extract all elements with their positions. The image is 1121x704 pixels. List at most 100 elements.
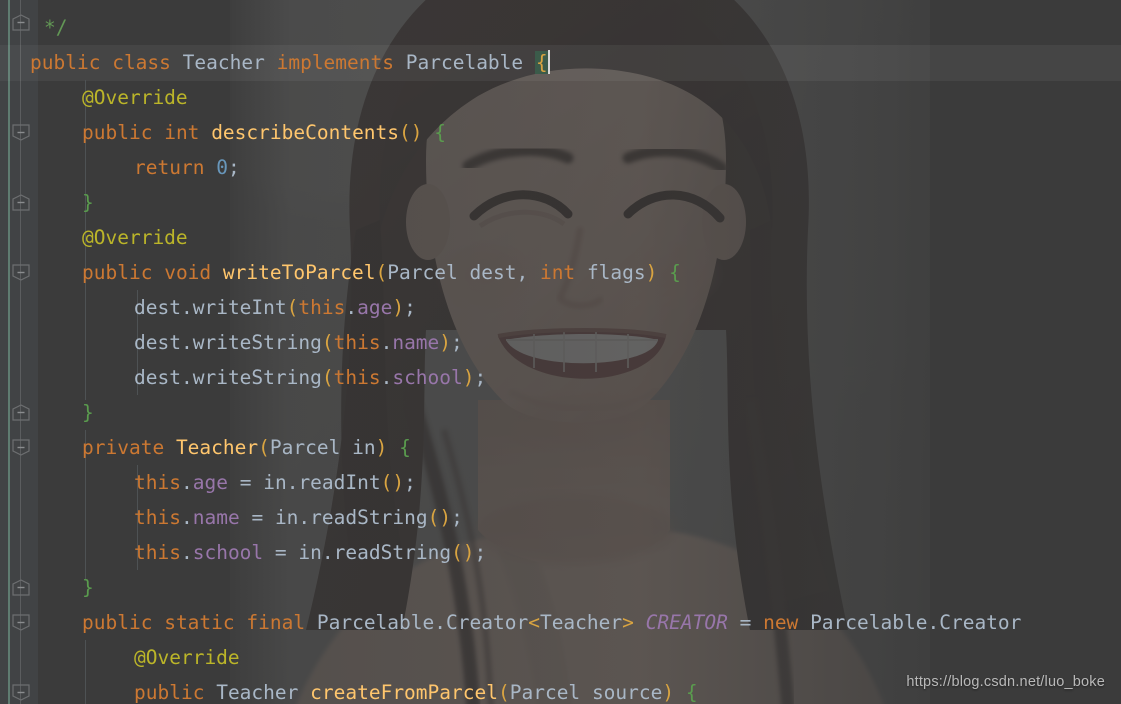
code-token: }: [82, 576, 94, 599]
watermark-url: https://blog.csdn.net/luo_boke: [906, 674, 1105, 690]
code-editor[interactable]: */ public class Teacher implements Parcel…: [0, 0, 1121, 704]
code-token: .: [380, 366, 393, 389]
code-line[interactable]: @Override: [82, 80, 188, 115]
code-token: ): [662, 681, 675, 704]
code-token: ): [462, 366, 475, 389]
code-token: public: [82, 261, 153, 284]
code-token: ;: [404, 471, 416, 494]
code-token: {: [685, 681, 698, 704]
code-line[interactable]: public void writeToParcel(Parcel dest, i…: [82, 255, 681, 290]
code-token: ;: [451, 331, 463, 354]
code-token: @Override: [82, 226, 188, 249]
code-token: .: [180, 331, 193, 354]
code-token: .: [380, 331, 393, 354]
code-token: new: [763, 611, 799, 634]
code-line[interactable]: @Override: [134, 640, 240, 675]
code-line[interactable]: public Teacher createFromParcel(Parcel s…: [134, 675, 698, 704]
code-token: =: [739, 611, 752, 634]
code-token: this: [298, 296, 346, 319]
code-line[interactable]: }: [82, 395, 94, 430]
code-token: public: [82, 121, 153, 144]
code-token: final: [246, 611, 306, 634]
code-token: <: [528, 611, 540, 634]
code-line[interactable]: }: [82, 570, 94, 605]
code-token: Parcelable: [316, 611, 435, 634]
code-token: }: [82, 401, 94, 424]
code-token: return: [134, 156, 205, 179]
code-token: (: [286, 296, 299, 319]
code-token: Teacher: [182, 51, 265, 74]
code-token: .: [434, 611, 447, 634]
code-token: school: [192, 541, 264, 564]
code-line[interactable]: dest.writeInt(this.age);: [134, 290, 416, 325]
code-line[interactable]: public static final Parcelable.Creator<T…: [82, 605, 1021, 640]
code-token: ;: [227, 156, 240, 179]
code-line[interactable]: private Teacher(Parcel in) {: [82, 430, 411, 465]
code-token: dest: [134, 366, 181, 389]
code-token: =: [251, 506, 264, 529]
code-token: void: [164, 261, 212, 284]
code-token: (): [451, 541, 475, 564]
text-caret: [547, 50, 550, 74]
code-token: ): [375, 436, 388, 459]
code-token: {: [669, 261, 681, 284]
code-line[interactable]: }: [82, 185, 94, 220]
code-line[interactable]: @Override: [82, 220, 188, 255]
code-token: writeString: [192, 366, 322, 389]
code-line[interactable]: public int describeContents() {: [82, 115, 446, 150]
code-token: this: [333, 331, 381, 354]
code-token: CREATOR: [645, 611, 728, 634]
code-token: }: [82, 191, 94, 214]
code-token: public: [134, 681, 205, 704]
code-token: writeInt: [192, 296, 287, 319]
code-token: Parcelable: [810, 611, 928, 634]
code-line[interactable]: return 0;: [134, 150, 240, 185]
code-token: flags: [586, 261, 646, 284]
code-line[interactable]: this.school = in.readString();: [134, 535, 486, 570]
code-token: dest: [134, 331, 181, 354]
code-token: public: [30, 51, 101, 74]
code-token: ): [645, 261, 658, 284]
code-token: name: [392, 331, 440, 354]
code-token: in: [298, 541, 322, 564]
code-token: school: [392, 366, 463, 389]
code-token: .: [345, 296, 358, 319]
code-token: static: [164, 611, 235, 634]
code-token: age: [357, 296, 393, 319]
code-token: ;: [404, 296, 416, 319]
code-text-area[interactable]: */ public class Teacher implements Parcel…: [0, 0, 1121, 704]
code-line[interactable]: dest.writeString(this.school);: [134, 360, 486, 395]
code-token: (): [427, 506, 452, 529]
code-token: */: [44, 16, 68, 39]
code-token: dest: [469, 261, 517, 284]
code-token: =: [239, 471, 252, 494]
code-token: 0: [216, 156, 228, 179]
code-line[interactable]: */: [44, 10, 67, 45]
code-line[interactable]: dest.writeString(this.name);: [134, 325, 463, 360]
code-line[interactable]: this.name = in.readString();: [134, 500, 463, 535]
code-token: writeString: [192, 331, 322, 354]
code-token: this: [134, 541, 181, 564]
code-line[interactable]: this.age = in.readInt();: [134, 465, 416, 500]
code-token: >: [622, 611, 634, 634]
code-token: this: [134, 471, 181, 494]
code-token: ): [439, 331, 452, 354]
code-token: (: [375, 261, 388, 284]
code-line[interactable]: public class Teacher implements Parcelab…: [30, 45, 550, 80]
